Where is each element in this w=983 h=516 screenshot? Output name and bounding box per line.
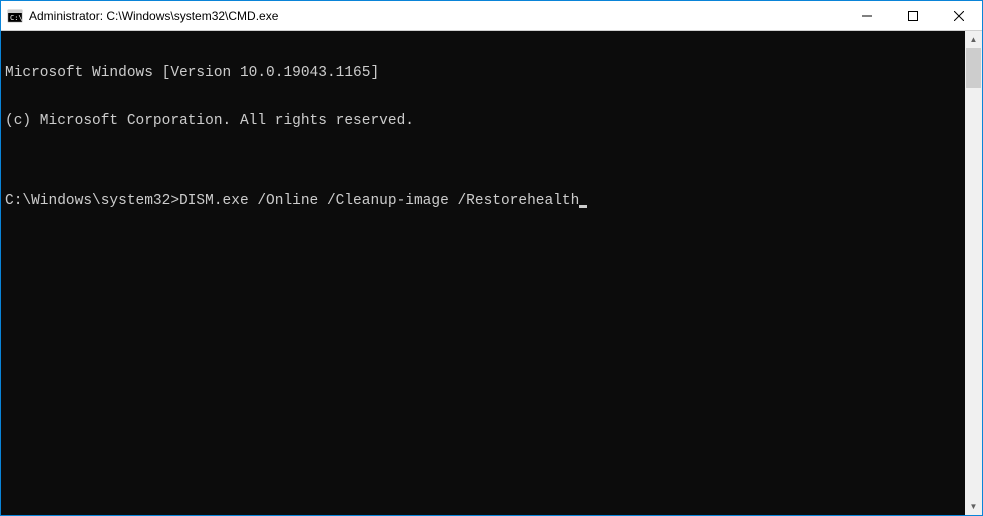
terminal-prompt: C:\Windows\system32> [5,193,179,209]
cmd-icon: C:\ [7,8,23,24]
terminal-output-line: (c) Microsoft Corporation. All rights re… [5,113,961,129]
scrollbar-up-arrow-icon[interactable]: ▲ [965,31,982,48]
scrollbar-thumb[interactable] [966,48,981,88]
titlebar[interactable]: C:\ Administrator: C:\Windows\system32\C… [1,1,982,31]
scrollbar-down-arrow-icon[interactable]: ▼ [965,498,982,515]
maximize-button[interactable] [890,1,936,30]
cmd-window: C:\ Administrator: C:\Windows\system32\C… [0,0,983,516]
window-title: Administrator: C:\Windows\system32\CMD.e… [29,9,844,23]
terminal-area: Microsoft Windows [Version 10.0.19043.11… [1,31,982,515]
terminal[interactable]: Microsoft Windows [Version 10.0.19043.11… [1,31,965,515]
svg-text:C:\: C:\ [10,14,23,22]
vertical-scrollbar[interactable]: ▲ ▼ [965,31,982,515]
terminal-cursor [579,205,587,208]
terminal-output-line: Microsoft Windows [Version 10.0.19043.11… [5,65,961,81]
close-button[interactable] [936,1,982,30]
window-controls [844,1,982,30]
minimize-button[interactable] [844,1,890,30]
terminal-command: DISM.exe /Online /Cleanup-image /Restore… [179,193,579,209]
terminal-prompt-line: C:\Windows\system32>DISM.exe /Online /Cl… [5,193,961,209]
